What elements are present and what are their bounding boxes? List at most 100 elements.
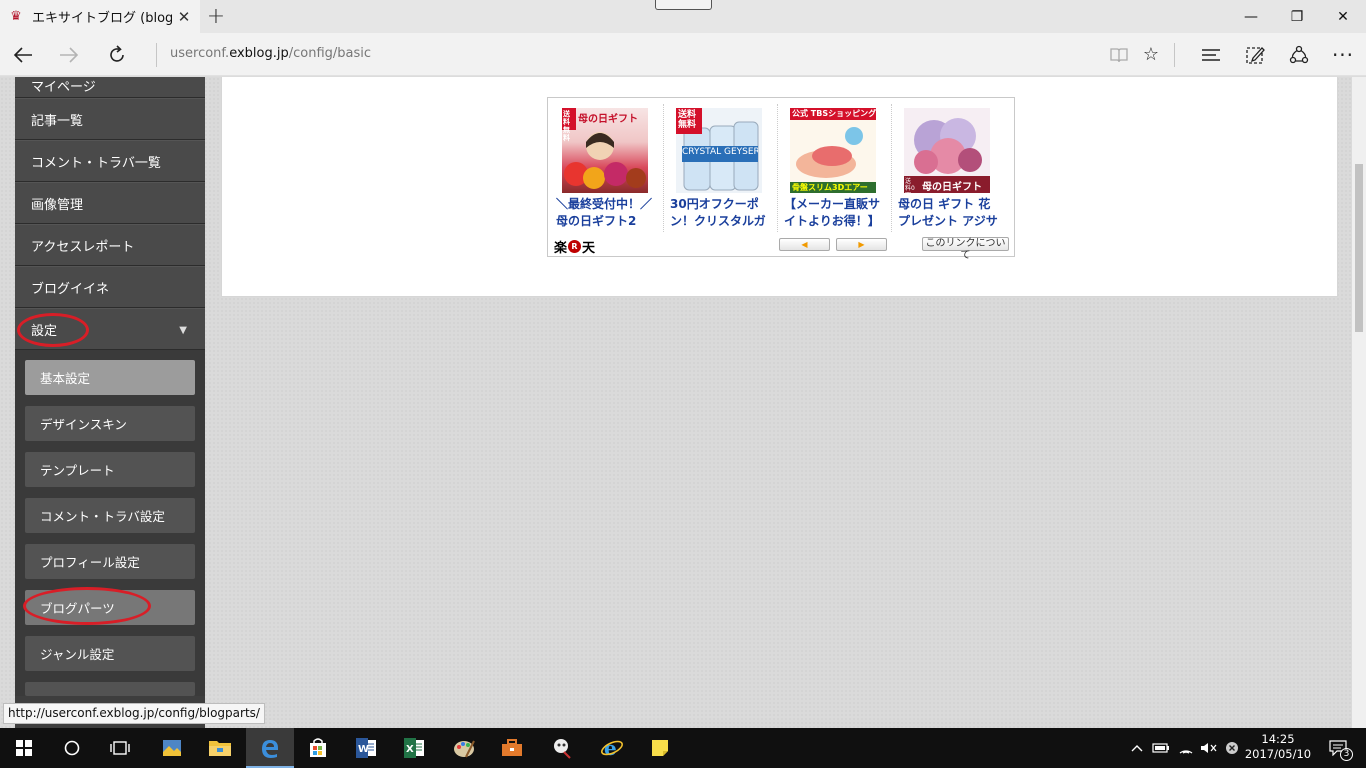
submenu-label: ブログパーツ — [40, 601, 115, 616]
ad-product-image[interactable]: 公式 TBSショッピング 骨盤スリム3Dエアー — [790, 108, 876, 193]
exblog-favicon-icon: ♛ — [10, 9, 22, 24]
action-center-icon[interactable]: 3 — [1320, 728, 1356, 768]
sidebar-item-access-report[interactable]: アクセスレポート — [15, 224, 205, 266]
photo-app-icon[interactable] — [148, 728, 196, 768]
close-tab-icon[interactable]: ✕ — [172, 5, 196, 29]
close-window-icon[interactable]: ✕ — [1320, 0, 1366, 33]
more-icon[interactable]: ··· — [1321, 33, 1365, 76]
system-clock[interactable]: 14:25 2017/05/10 — [1244, 732, 1312, 762]
share-icon[interactable] — [1277, 33, 1321, 76]
ad-about-link-button[interactable]: このリンクについて — [922, 237, 1009, 261]
submenu-design-skin[interactable]: デザインスキン — [25, 406, 195, 441]
sidebar-item-comments[interactable]: コメント・トラバ一覧 — [15, 140, 205, 182]
url-field[interactable]: userconf.exblog.jp/config/basic — [170, 46, 371, 61]
ad-image-text: 公式 TBSショッピング — [792, 109, 876, 118]
vertical-scrollbar[interactable] — [1352, 77, 1366, 728]
rakuten-logo-right: 天 — [582, 241, 596, 256]
hub-icon[interactable] — [1189, 33, 1233, 76]
back-button[interactable] — [0, 33, 46, 76]
submenu-comment-trackback-settings[interactable]: コメント・トラバ設定 — [25, 498, 195, 533]
ad-product-image[interactable]: 送料0円 母の日ギフト — [904, 108, 990, 193]
submenu-label: コメント・トラバ設定 — [40, 509, 165, 524]
sidebar-item-mypage[interactable]: マイページ — [15, 77, 205, 98]
ad-next-button[interactable]: ▶ — [836, 238, 887, 251]
submenu-template[interactable]: テンプレート — [25, 452, 195, 487]
edge-browser-icon[interactable] — [246, 728, 294, 768]
ad-image-text: 母の日ギフト — [922, 182, 982, 193]
ad-caption[interactable]: 30円オフクーポン！クリスタルガ — [670, 196, 774, 230]
task-view-icon[interactable] — [96, 728, 144, 768]
store-icon[interactable] — [294, 728, 342, 768]
sidebar-item-blog-iine[interactable]: ブログイイネ — [15, 266, 205, 308]
rakuten-ad-widget: 送料無料 母の日ギフト ＼最終受付中！／母の日ギフト2 送料無料 CRYSTAL… — [547, 97, 1015, 261]
new-tab-button[interactable]: + — [202, 2, 230, 30]
tab-title: エキサイトブログ (blog) — [32, 11, 172, 26]
paint-icon[interactable] — [440, 728, 488, 768]
settings-submenu: 基本設定 デザインスキン テンプレート コメント・トラバ設定 プロフィール設定 … — [15, 350, 205, 696]
toolbox-app-icon[interactable] — [488, 728, 536, 768]
submenu-label: デザインスキン — [40, 417, 127, 432]
sidebar-item-label: 記事一覧 — [31, 113, 84, 129]
sidebar-item-label: マイページ — [31, 80, 96, 95]
ad-item[interactable]: 公式 TBSショッピング 骨盤スリム3Dエアー 【メーカー直販サイトよりお得！】 — [780, 104, 892, 232]
svg-text:e: e — [604, 737, 617, 759]
start-button[interactable] — [0, 728, 48, 768]
rakuten-logo-left: 楽 — [554, 241, 568, 256]
page-viewport: マイページ 記事一覧 コメント・トラバ一覧 画像管理 アクセスレポート ブログイ… — [0, 77, 1352, 728]
battery-icon[interactable] — [1150, 728, 1172, 768]
show-hidden-icons-chevron-icon[interactable] — [1128, 728, 1146, 768]
ad-prev-button[interactable]: ◀ — [779, 238, 830, 251]
ad-image-badge: 送料無料 — [678, 110, 697, 130]
chevron-down-icon: ▼ — [179, 325, 187, 336]
address-separator — [156, 43, 157, 67]
cortana-search-icon[interactable] — [48, 728, 96, 768]
url-prefix: userconf. — [170, 46, 230, 61]
tab-preview-handle[interactable] — [655, 0, 712, 10]
submenu-next-item[interactable] — [25, 682, 195, 696]
favorite-star-icon[interactable]: ☆ — [1129, 33, 1173, 76]
ad-item[interactable]: 送料0円 母の日ギフト 母の日 ギフト 花 プレゼント アジサ — [894, 104, 1006, 232]
submenu-label: ジャンル設定 — [40, 647, 115, 662]
browser-tab[interactable]: ♛ エキサイトブログ (blog) ✕ — [0, 0, 200, 33]
ad-caption[interactable]: 【メーカー直販サイトよりお得！】 — [784, 196, 888, 230]
ad-item[interactable]: 送料無料 CRYSTAL GEYSER 30円オフクーポン！クリスタルガ — [666, 104, 778, 232]
mascot-app-icon[interactable] — [538, 728, 586, 768]
disconnected-icon[interactable] — [1221, 728, 1243, 768]
ad-product-image[interactable]: 送料無料 CRYSTAL GEYSER — [676, 108, 762, 193]
minimize-icon[interactable]: — — [1228, 0, 1274, 33]
ad-image-badge: 送料無料 — [563, 110, 570, 142]
svg-text:W: W — [358, 744, 369, 755]
forward-button[interactable] — [46, 33, 92, 76]
ad-image-text: CRYSTAL GEYSER — [682, 147, 758, 157]
submenu-blog-parts[interactable]: ブログパーツ — [23, 587, 195, 625]
submenu-profile-settings[interactable]: プロフィール設定 — [25, 544, 195, 579]
word-icon[interactable]: W — [342, 728, 390, 768]
internet-explorer-icon[interactable]: e — [588, 728, 636, 768]
ad-product-image[interactable]: 送料無料 母の日ギフト — [562, 108, 648, 193]
sidebar-item-label: アクセスレポート — [31, 239, 135, 255]
wifi-icon[interactable] — [1175, 728, 1197, 768]
volume-muted-icon[interactable] — [1198, 728, 1220, 768]
sidebar-item-images[interactable]: 画像管理 — [15, 182, 205, 224]
sidebar: マイページ 記事一覧 コメント・トラバ一覧 画像管理 アクセスレポート ブログイ… — [15, 77, 205, 728]
file-explorer-icon[interactable] — [196, 728, 244, 768]
web-note-icon[interactable] — [1233, 33, 1277, 76]
restore-icon[interactable]: ❐ — [1274, 0, 1320, 33]
rakuten-logo[interactable]: 楽 R 天 — [554, 237, 595, 256]
ad-item[interactable]: 送料無料 母の日ギフト ＼最終受付中！／母の日ギフト2 — [552, 104, 664, 232]
rakuten-logo-r: R — [568, 240, 582, 253]
ad-caption[interactable]: 母の日 ギフト 花 プレゼント アジサ — [898, 196, 1002, 230]
sidebar-item-articles[interactable]: 記事一覧 — [15, 98, 205, 140]
sidebar-item-label: 設定 — [31, 323, 58, 339]
ad-image-badge: 骨盤スリム3Dエアー — [792, 183, 868, 192]
sticky-notes-icon[interactable] — [636, 728, 684, 768]
excel-icon[interactable]: X — [390, 728, 438, 768]
ad-caption[interactable]: ＼最終受付中！／母の日ギフト2 — [556, 196, 660, 230]
taskbar: W X e 14:25 2017/05/10 3 — [0, 728, 1366, 768]
svg-text:X: X — [406, 744, 414, 755]
refresh-button[interactable] — [94, 33, 140, 76]
sidebar-item-settings[interactable]: 設定 ▼ — [15, 308, 205, 350]
submenu-genre-settings[interactable]: ジャンル設定 — [25, 636, 195, 671]
submenu-basic-settings[interactable]: 基本設定 — [25, 360, 195, 395]
scrollbar-thumb[interactable] — [1355, 164, 1363, 332]
